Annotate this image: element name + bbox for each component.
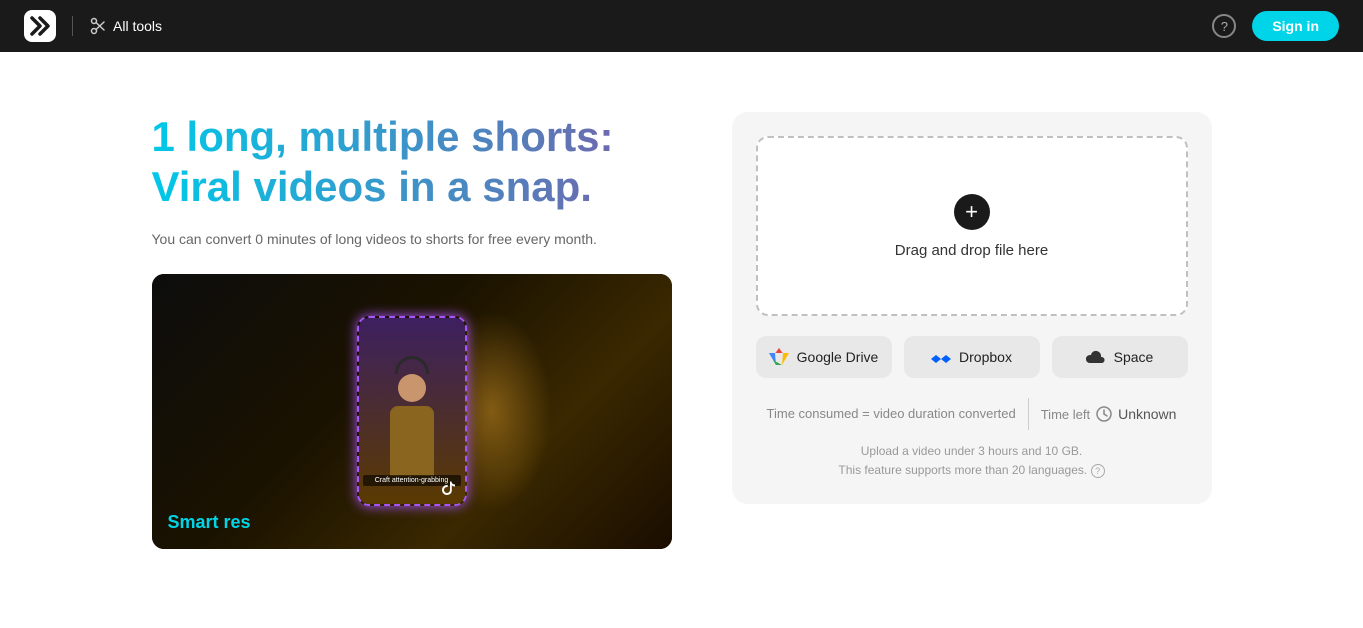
dropbox-label: Dropbox (959, 349, 1012, 365)
main-content: 1 long, multiple shorts: Viral videos in… (0, 52, 1363, 628)
nav-divider (72, 16, 73, 36)
clock-icon (1096, 406, 1112, 422)
left-section: 1 long, multiple shorts: Viral videos in… (152, 112, 672, 549)
upload-note-line1: Upload a video under 3 hours and 10 GB. (861, 444, 1082, 458)
space-label: Space (1114, 349, 1154, 365)
time-left-section: Time left Unknown (1041, 406, 1177, 422)
space-button[interactable]: Space (1052, 336, 1188, 378)
space-icon (1086, 349, 1106, 365)
video-background: Craft attention-grabbing Smart res (152, 274, 672, 549)
time-row: Time consumed = video duration converted… (756, 398, 1188, 430)
source-buttons: Google Drive Dropbox Space (756, 336, 1188, 378)
navbar-right: ? Sign in (1212, 11, 1339, 41)
navbar-left: All tools (24, 10, 162, 42)
time-left-label: Time left (1041, 407, 1090, 422)
phone-frame: Craft attention-grabbing (357, 316, 467, 506)
upload-note-line2: This feature supports more than 20 langu… (838, 463, 1087, 477)
all-tools-button[interactable]: All tools (89, 17, 162, 35)
drop-zone[interactable]: + Drag and drop file here (756, 136, 1188, 316)
time-divider (1028, 398, 1029, 430)
time-consumed-label: Time consumed = video duration converted (767, 405, 1016, 423)
google-drive-button[interactable]: Google Drive (756, 336, 892, 378)
video-bottom-text: Smart res (168, 512, 251, 533)
right-section: + Drag and drop file here Google Drive (732, 112, 1212, 504)
page-headline: 1 long, multiple shorts: Viral videos in… (152, 112, 672, 213)
capcut-logo (24, 10, 56, 42)
person-head (398, 374, 426, 402)
dropbox-icon (931, 348, 951, 366)
help-icon[interactable]: ? (1212, 14, 1236, 38)
note-info-icon: ? (1091, 464, 1105, 478)
all-tools-icon (89, 17, 107, 35)
google-drive-icon (769, 348, 789, 366)
headphone-arc (395, 356, 429, 374)
all-tools-label: All tools (113, 18, 162, 34)
plus-icon: + (954, 194, 990, 230)
video-preview: Craft attention-grabbing Smart res (152, 274, 672, 549)
phone-inner: Craft attention-grabbing (359, 318, 465, 504)
upload-note: Upload a video under 3 hours and 10 GB. … (756, 442, 1188, 480)
phone-person: Craft attention-grabbing (359, 318, 465, 504)
hero-subtext: You can convert 0 minutes of long videos… (152, 229, 672, 250)
dropbox-button[interactable]: Dropbox (904, 336, 1040, 378)
info-section: Time consumed = video duration converted… (756, 398, 1188, 480)
sign-in-button[interactable]: Sign in (1252, 11, 1339, 41)
drop-label: Drag and drop file here (895, 242, 1048, 259)
person-body (390, 406, 434, 476)
unknown-label: Unknown (1118, 406, 1176, 422)
navbar: All tools ? Sign in (0, 0, 1363, 52)
upload-card: + Drag and drop file here Google Drive (732, 112, 1212, 504)
tiktok-logo (441, 480, 457, 496)
google-drive-label: Google Drive (797, 349, 879, 365)
